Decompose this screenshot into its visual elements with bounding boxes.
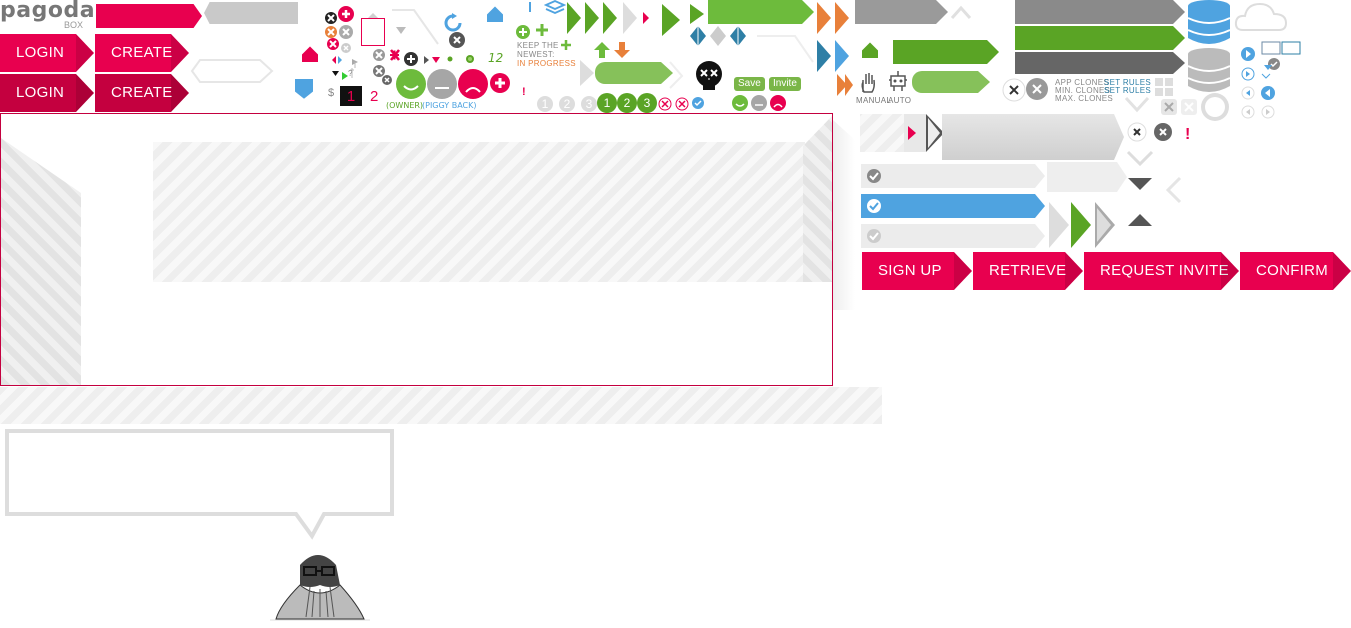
hand-icon	[858, 70, 878, 99]
manual-label: MANUAL	[856, 96, 892, 105]
speech-bubble-icon	[1198, 92, 1232, 129]
step-3-green: 3	[637, 93, 657, 113]
logo: pagoda BOX	[0, 0, 95, 32]
green-arrow-bar	[893, 40, 999, 64]
mascot-illustration	[270, 545, 400, 628]
keep-newest-line1: KEEP THE	[517, 41, 559, 50]
auto-label: AUTO	[888, 96, 912, 105]
dollar-label: $	[328, 87, 334, 99]
chevron-green-group	[565, 0, 655, 43]
close-square-gray-icon[interactable]	[1160, 98, 1200, 121]
main-panel	[0, 113, 833, 386]
arrow-tab-red	[904, 114, 948, 157]
chevron-pair-gray-green	[1047, 196, 1121, 259]
step-2-gray: 2	[559, 96, 575, 112]
gray-bar-1	[1015, 0, 1185, 24]
vertical-divider	[529, 2, 531, 12]
neutral-face-icon	[426, 68, 458, 105]
home-icon-blue[interactable]	[483, 2, 507, 31]
caret-up-light-icon	[950, 4, 972, 25]
create-button-pressed[interactable]: CREATE	[95, 74, 189, 112]
media-controls[interactable]	[1238, 40, 1310, 127]
close-circle-white-icon[interactable]	[1127, 122, 1147, 147]
progress-pill-green	[595, 62, 673, 84]
login-button[interactable]: LOGIN	[0, 34, 94, 72]
striped-tab-small	[860, 114, 904, 152]
login-button-pressed[interactable]: LOGIN	[0, 74, 94, 112]
invite-button[interactable]: Invite	[769, 77, 801, 91]
panel-edge	[833, 120, 855, 310]
close-circle-dark2-icon[interactable]	[1153, 122, 1173, 147]
svg-text:?: ?	[348, 69, 353, 78]
plus-green-icon[interactable]	[534, 22, 550, 43]
list-row-checked-blue[interactable]	[861, 194, 1045, 218]
arrow-down-orange-icon	[612, 40, 632, 65]
gray-gradient-bar	[942, 114, 1124, 160]
check-circle-blue-icon	[867, 199, 881, 213]
gray-header-bar	[204, 2, 298, 24]
keep-newest-line2: NEWEST:	[517, 50, 555, 59]
check-circle-gray-icon	[867, 169, 881, 183]
gray-chevron-left	[578, 58, 596, 93]
slash-decoration	[668, 60, 684, 95]
red-header-bar	[96, 4, 202, 28]
happy-face-icon	[395, 68, 427, 105]
list-row-checked-gray[interactable]	[861, 164, 1045, 188]
confirm-button[interactable]: CONFIRM	[1240, 252, 1351, 290]
close-circle-gray-icon[interactable]	[1025, 77, 1049, 106]
exclaim-label: !	[522, 86, 526, 98]
step-3-gray: 3	[581, 96, 597, 112]
cloud-icon	[1233, 0, 1289, 39]
footer-stripe-bar	[0, 387, 882, 424]
check-circle-light-icon	[867, 229, 881, 243]
request-invite-button[interactable]: REQUEST INVITE	[1084, 252, 1239, 290]
robot-icon	[886, 68, 910, 99]
sad-face-icon	[457, 68, 489, 105]
chevron-green-single	[660, 2, 684, 43]
green-bar-2	[1015, 26, 1185, 50]
set-rules-link-2[interactable]: SET RULES	[1104, 86, 1151, 95]
skull-icon	[693, 60, 725, 97]
speech-bubble	[4, 428, 396, 545]
gray-header-bar-2	[855, 0, 948, 24]
panel-left-stripe	[1, 138, 81, 385]
gray-bar-3	[1015, 52, 1185, 74]
slash-decoration-2	[755, 34, 815, 69]
retrieve-button[interactable]: RETRIEVE	[973, 252, 1083, 290]
pink-2-label: 2	[370, 88, 379, 105]
green-header-bar	[708, 0, 814, 24]
owner-label: (OWNER)	[386, 101, 424, 110]
piggyback-label: (PIGGY BACK)	[422, 101, 477, 110]
chevron-down-light-icon	[1124, 96, 1150, 119]
step-1-gray: 1	[537, 96, 553, 112]
panel-right-stripe	[803, 116, 832, 282]
sign-up-button[interactable]: SIGN UP	[862, 252, 972, 290]
close-circle-light-icon[interactable]	[1002, 78, 1026, 107]
database-blue-icon	[1186, 0, 1232, 51]
blue-diamond-group	[688, 24, 752, 55]
create-button[interactable]: CREATE	[95, 34, 189, 72]
max-clones-label: MAX. CLONES	[1055, 94, 1113, 103]
text-input-shape[interactable]	[190, 58, 276, 84]
dark-1-badge: 1	[340, 86, 362, 106]
layers-icon	[543, 0, 567, 21]
chevron-orange-small	[835, 72, 855, 103]
home-icon-red	[298, 42, 322, 71]
list-row-empty[interactable]	[1047, 162, 1127, 192]
chevron-orange-group	[815, 0, 855, 41]
save-button[interactable]: Save	[734, 77, 765, 91]
home-icon-green[interactable]	[858, 38, 882, 67]
green-pill-bar	[912, 71, 990, 93]
in-progress-label: IN PROGRESS	[517, 59, 576, 68]
shield-icon-blue	[292, 76, 316, 107]
exclaim-red-label: !	[1185, 126, 1191, 143]
logo-sub: BOX	[64, 20, 84, 30]
step-1-green: 1	[597, 93, 617, 113]
chevron-icons-small	[1124, 150, 1184, 235]
list-row-checked-light[interactable]	[861, 224, 1045, 248]
add-circle-pink-icon[interactable]	[489, 72, 511, 99]
number-12-label: 12	[488, 51, 504, 65]
step-2-green: 2	[617, 93, 637, 113]
panel-inner-stripe	[153, 142, 805, 282]
